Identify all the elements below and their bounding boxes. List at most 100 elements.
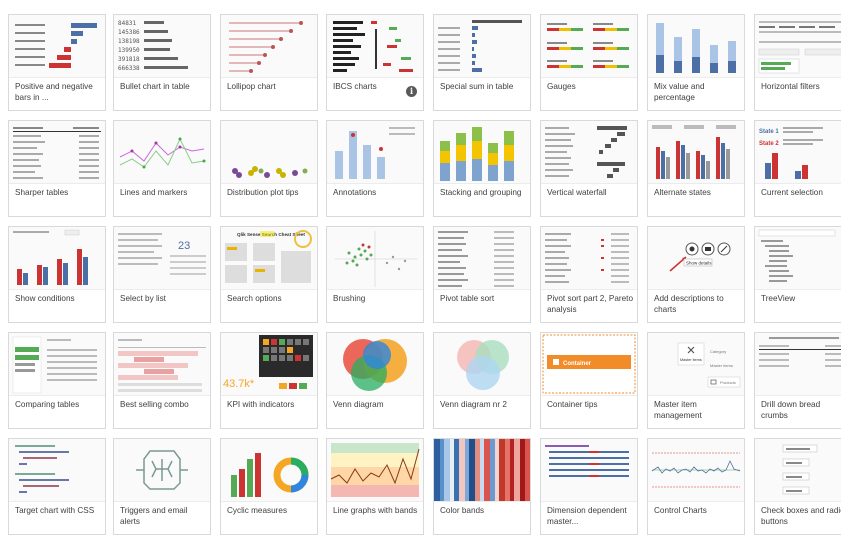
card-label: Comparing tables bbox=[15, 400, 80, 409]
thumbnail bbox=[327, 439, 423, 502]
bullet-number: 139950 bbox=[118, 47, 140, 54]
card-label: Bullet chart in table bbox=[120, 82, 190, 91]
thumbnail bbox=[541, 227, 637, 290]
thumbnail: Show details bbox=[648, 227, 744, 290]
card-label: Lines and markers bbox=[120, 188, 188, 197]
master-items-label-2: Master items bbox=[710, 363, 733, 368]
card-label: Distribution plot tips bbox=[227, 188, 299, 197]
info-icon[interactable]: i bbox=[406, 86, 417, 97]
card-special-sum-in-table[interactable]: Special sum in table bbox=[433, 14, 531, 111]
card-label: Show conditions bbox=[15, 294, 75, 303]
card-search-options[interactable]: Qlik Sense Search Cheat Sheet Search opt… bbox=[220, 226, 318, 323]
card-lines-and-markers[interactable]: Lines and markers bbox=[113, 120, 211, 217]
card-check-boxes-and-radio-buttons[interactable]: Check boxes and radio buttons bbox=[754, 438, 841, 535]
card-stacking-and-grouping[interactable]: Stacking and grouping bbox=[433, 120, 531, 217]
card-container-tips[interactable]: Container Container tips bbox=[540, 332, 638, 429]
card-horizontal-filters[interactable]: Horizontal filters bbox=[754, 14, 841, 111]
card-label: Search options bbox=[227, 294, 282, 303]
app-grid: Positive and negative bars in ... 84831 … bbox=[8, 14, 841, 539]
card-label: KPI with indicators bbox=[227, 400, 295, 409]
thumbnail bbox=[648, 15, 744, 78]
card-control-charts[interactable]: Control Charts bbox=[647, 438, 745, 535]
card-comparing-tables[interactable]: Comparing tables bbox=[8, 332, 106, 429]
thumbnail bbox=[9, 333, 105, 396]
select-number: 23 bbox=[178, 240, 190, 252]
card-label: Master item management bbox=[654, 400, 702, 420]
products-label: Products bbox=[720, 380, 736, 385]
card-line-graphs-with-bands[interactable]: Line graphs with bands bbox=[326, 438, 424, 535]
card-pivot-sort-pareto[interactable]: Pivot sort part 2, Pareto analysis bbox=[540, 226, 638, 323]
card-treeview[interactable]: TreeView bbox=[754, 226, 841, 323]
thumbnail bbox=[648, 121, 744, 184]
card-venn-diagram[interactable]: Venn diagram bbox=[326, 332, 424, 429]
card-label: Add descriptions to charts bbox=[654, 294, 724, 314]
thumbnail bbox=[327, 15, 423, 78]
thumbnail bbox=[327, 121, 423, 184]
card-best-selling-combo[interactable]: Best selling combo bbox=[113, 332, 211, 429]
card-sharper-tables[interactable]: Sharper tables bbox=[8, 120, 106, 217]
card-ibcs-charts[interactable]: IBCS charts i bbox=[326, 14, 424, 111]
card-label: Venn diagram nr 2 bbox=[440, 400, 507, 409]
thumbnail bbox=[327, 227, 423, 290]
card-venn-diagram-2[interactable]: Venn diagram nr 2 bbox=[433, 332, 531, 429]
card-drill-down-bread-crumbs[interactable]: Drill down bread crumbs bbox=[754, 332, 841, 429]
card-label: Control Charts bbox=[654, 506, 707, 515]
bullet-number: 138198 bbox=[118, 38, 140, 45]
card-target-chart-with-css[interactable]: Target chart with CSS bbox=[8, 438, 106, 535]
card-bullet-chart-in-table[interactable]: 84831 145386 138198 139950 391818 666338… bbox=[113, 14, 211, 111]
card-label: Lollipop chart bbox=[227, 82, 276, 91]
card-select-by-list[interactable]: 23 Select by list bbox=[113, 226, 211, 323]
thumbnail bbox=[755, 227, 841, 290]
thumbnail: Container bbox=[541, 333, 637, 396]
card-label: Sharper tables bbox=[15, 188, 69, 197]
card-alternate-states[interactable]: Alternate states bbox=[647, 120, 745, 217]
card-label: Brushing bbox=[333, 294, 366, 303]
card-triggers-and-email-alerts[interactable]: Triggers and email alerts bbox=[113, 438, 211, 535]
state2-label: State 2 bbox=[759, 141, 779, 147]
container-label: Container bbox=[563, 361, 592, 367]
card-label: Current selection bbox=[761, 188, 823, 197]
card-distribution-plot-tips[interactable]: Distribution plot tips bbox=[220, 120, 318, 217]
category-label: Category bbox=[710, 349, 726, 354]
kpi-value: 43.7k* bbox=[223, 378, 255, 390]
card-label: Color bands bbox=[440, 506, 485, 515]
thumbnail bbox=[755, 15, 841, 78]
thumbnail bbox=[541, 121, 637, 184]
card-positive-negative-bars[interactable]: Positive and negative bars in ... bbox=[8, 14, 106, 111]
bullet-number: 145386 bbox=[118, 29, 140, 36]
card-lollipop-chart[interactable]: Lollipop chart bbox=[220, 14, 318, 111]
thumbnail: State 1 State 2 bbox=[755, 121, 841, 184]
card-show-conditions[interactable]: Show conditions bbox=[8, 226, 106, 323]
thumbnail bbox=[434, 439, 530, 502]
card-vertical-waterfall[interactable]: Vertical waterfall bbox=[540, 120, 638, 217]
thumbnail: 23 bbox=[114, 227, 210, 290]
card-brushing[interactable]: Brushing bbox=[326, 226, 424, 323]
thumbnail bbox=[541, 15, 637, 78]
card-label: Best selling combo bbox=[120, 400, 189, 409]
thumbnail bbox=[434, 227, 530, 290]
card-label: Container tips bbox=[547, 400, 598, 409]
card-color-bands[interactable]: Color bands bbox=[433, 438, 531, 535]
card-master-item-management[interactable]: Master items Category Master items Produ… bbox=[647, 332, 745, 429]
bullet-number: 391818 bbox=[118, 56, 140, 63]
card-kpi-with-indicators[interactable]: 43.7k* KPI with indicators bbox=[220, 332, 318, 429]
card-dimension-dependent-master[interactable]: Dimension dependent master... bbox=[540, 438, 638, 535]
card-label: Target chart with CSS bbox=[15, 506, 95, 515]
thumbnail bbox=[434, 15, 530, 78]
card-current-selection[interactable]: State 1 State 2 Current selection bbox=[754, 120, 841, 217]
card-cyclic-measures[interactable]: Cyclic measures bbox=[220, 438, 318, 535]
card-annotations[interactable]: Annotations bbox=[326, 120, 424, 217]
card-label: Annotations bbox=[333, 188, 377, 197]
card-label: Line graphs with bands bbox=[333, 506, 418, 515]
thumbnail bbox=[541, 439, 637, 502]
card-pivot-table-sort[interactable]: Pivot table sort bbox=[433, 226, 531, 323]
card-add-descriptions[interactable]: Show details Add descriptions to charts bbox=[647, 226, 745, 323]
card-gauges[interactable]: Gauges bbox=[540, 14, 638, 111]
thumbnail bbox=[755, 439, 841, 502]
card-label: Pivot table sort bbox=[440, 294, 495, 303]
thumbnail: 43.7k* bbox=[221, 333, 317, 396]
thumbnail bbox=[9, 121, 105, 184]
card-label: Gauges bbox=[547, 82, 576, 91]
card-label: TreeView bbox=[761, 294, 796, 303]
card-mix-value-and-percentage[interactable]: Mix value and percentage bbox=[647, 14, 745, 111]
